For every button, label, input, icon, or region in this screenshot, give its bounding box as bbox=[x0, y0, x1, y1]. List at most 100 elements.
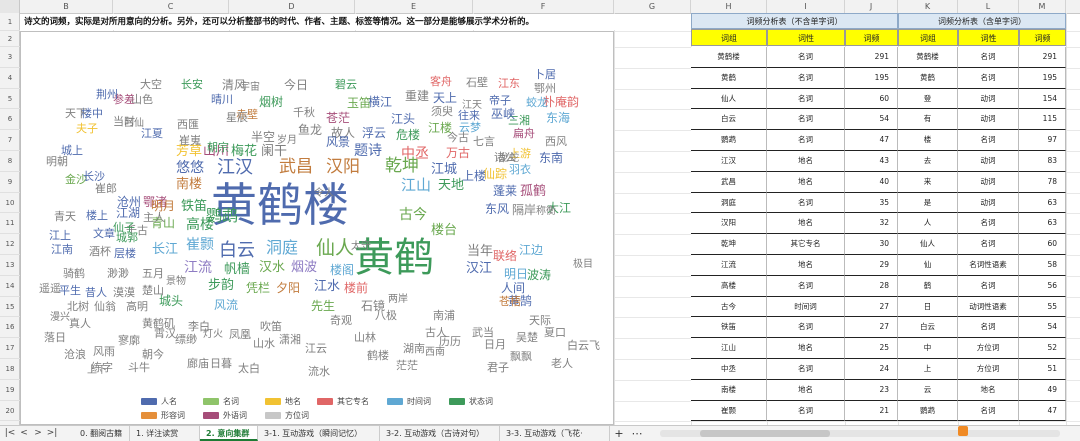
row-header-12[interactable]: 12 bbox=[0, 234, 20, 255]
table-cell[interactable]: 地名 bbox=[767, 151, 845, 172]
table-cell[interactable]: 名词 bbox=[767, 88, 845, 110]
last-sheet-button[interactable]: >| bbox=[46, 426, 58, 441]
table-cell[interactable]: 63 bbox=[1019, 213, 1066, 235]
table-cell[interactable]: 乾坤 bbox=[691, 234, 767, 255]
add-sheet-button[interactable]: + bbox=[612, 426, 626, 441]
table-cell[interactable]: 43 bbox=[845, 151, 898, 172]
row-header-9[interactable]: 9 bbox=[0, 172, 20, 193]
sheet-tab[interactable]: 3-1. 互动游戏（瞬间记忆） bbox=[258, 426, 380, 441]
row-header-16[interactable]: 16 bbox=[0, 317, 20, 339]
table-cell[interactable]: 名词 bbox=[958, 234, 1019, 255]
table-cell[interactable]: 铁笛 bbox=[691, 317, 767, 339]
table-cell[interactable]: 名词 bbox=[767, 47, 845, 68]
table-cell[interactable]: 25 bbox=[845, 338, 898, 359]
table-cell[interactable]: 60 bbox=[845, 88, 898, 110]
table-cell[interactable]: 49 bbox=[1019, 379, 1066, 401]
table-cell[interactable]: 27 bbox=[845, 296, 898, 318]
table-cell[interactable]: 名词 bbox=[958, 317, 1019, 339]
row-header-18[interactable]: 18 bbox=[0, 359, 20, 380]
table-cell[interactable]: 武昌 bbox=[691, 171, 767, 193]
table-cell[interactable]: 名词 bbox=[767, 192, 845, 214]
column-header-m[interactable]: M bbox=[1019, 0, 1066, 13]
row-header-6[interactable]: 6 bbox=[0, 109, 20, 131]
table-cell[interactable]: 黄鹤 bbox=[691, 67, 767, 89]
table-cell[interactable]: 24 bbox=[845, 359, 898, 380]
table-cell[interactable]: 名词 bbox=[958, 400, 1019, 422]
table-cell[interactable]: 去 bbox=[898, 151, 958, 172]
table-cell[interactable]: 崔颢 bbox=[691, 400, 767, 422]
legend-item[interactable]: 状态词 bbox=[449, 396, 493, 407]
table-cell[interactable]: 名词 bbox=[958, 47, 1019, 68]
table-cell[interactable]: 40 bbox=[845, 171, 898, 193]
table-cell[interactable]: 鹤 bbox=[898, 275, 958, 297]
row-header-7[interactable]: 7 bbox=[0, 130, 20, 151]
table-cell[interactable]: 291 bbox=[845, 47, 898, 68]
table-cell[interactable]: 27 bbox=[845, 317, 898, 339]
table-cell[interactable]: 高楼 bbox=[691, 275, 767, 297]
table-cell[interactable]: 时间词 bbox=[767, 296, 845, 318]
word-cloud-chart[interactable]: 黄鹤楼 黄鹤 江汉 武昌 汉阳 仙人 白云 洞庭 乾坤 鹦鹉 江山 高楼 江流 江水 题诗 中丞 古今 楼台 江城天… bbox=[20, 31, 614, 425]
table-cell[interactable]: 地名 bbox=[958, 379, 1019, 401]
column-header-i[interactable]: I bbox=[767, 0, 845, 13]
horizontal-scrollbar-thumb[interactable] bbox=[700, 430, 830, 437]
table-cell[interactable]: 56 bbox=[1019, 275, 1066, 297]
table-header-cell[interactable]: 词频 bbox=[845, 29, 898, 46]
table-cell[interactable]: 195 bbox=[1019, 67, 1066, 89]
table-cell[interactable]: 登 bbox=[898, 88, 958, 110]
table-cell[interactable]: 名词 bbox=[767, 109, 845, 131]
sheet-tab[interactable]: 3-2. 互动游戏（古诗对句） bbox=[380, 426, 500, 441]
table-cell[interactable]: 21 bbox=[845, 400, 898, 422]
table-cell[interactable]: 人 bbox=[898, 213, 958, 235]
table-cell[interactable]: 47 bbox=[845, 130, 898, 151]
row-header-5[interactable]: 5 bbox=[0, 89, 20, 110]
table-cell[interactable]: 63 bbox=[1019, 192, 1066, 214]
table-cell[interactable]: 楼 bbox=[898, 130, 958, 151]
table-cell[interactable]: 黄鹤楼 bbox=[898, 47, 958, 68]
table-cell[interactable]: 上 bbox=[898, 359, 958, 380]
table-cell[interactable]: 名词 bbox=[767, 359, 845, 380]
table-cell[interactable]: 地名 bbox=[767, 379, 845, 401]
table-cell[interactable]: 动词 bbox=[958, 88, 1019, 110]
table-cell[interactable]: 32 bbox=[845, 213, 898, 235]
table-cell[interactable]: 35 bbox=[845, 192, 898, 214]
table1-title[interactable]: 词频分析表（不含单字词） bbox=[691, 13, 898, 29]
table-cell[interactable]: 名词 bbox=[767, 400, 845, 422]
table-cell[interactable]: 291 bbox=[1019, 47, 1066, 68]
column-header-g[interactable]: G bbox=[614, 0, 691, 13]
sheet-tab[interactable]: 3-3. 互动游戏（飞花· bbox=[500, 426, 610, 441]
row-header-19[interactable]: 19 bbox=[0, 380, 20, 401]
table-cell[interactable]: 江山 bbox=[691, 338, 767, 359]
table-cell[interactable]: 30 bbox=[845, 234, 898, 255]
table-cell[interactable]: 仙 bbox=[898, 255, 958, 276]
table-cell[interactable]: 鹦鹉 bbox=[691, 130, 767, 151]
floating-assistant-icon[interactable] bbox=[958, 426, 968, 436]
table-cell[interactable]: 日 bbox=[898, 296, 958, 318]
table-cell[interactable]: 54 bbox=[845, 109, 898, 131]
row-header-20[interactable]: 20 bbox=[0, 401, 20, 422]
column-header-d[interactable]: D bbox=[229, 0, 355, 13]
table-cell[interactable]: 名词 bbox=[767, 317, 845, 339]
table-cell[interactable]: 江流 bbox=[691, 255, 767, 276]
column-header-b[interactable]: B bbox=[20, 0, 113, 13]
table-cell[interactable]: 方位词 bbox=[958, 359, 1019, 380]
table-cell[interactable]: 南楼 bbox=[691, 379, 767, 401]
row-header-4[interactable]: 4 bbox=[0, 68, 20, 89]
row-header-3[interactable]: 3 bbox=[0, 47, 20, 68]
legend-item[interactable]: 形容词 bbox=[141, 410, 185, 421]
table-cell[interactable]: 83 bbox=[1019, 151, 1066, 172]
table-cell[interactable]: 中 bbox=[898, 338, 958, 359]
table-cell[interactable]: 名词 bbox=[958, 275, 1019, 297]
row-header-13[interactable]: 13 bbox=[0, 255, 20, 276]
table-cell[interactable]: 白云 bbox=[898, 317, 958, 339]
table-cell[interactable]: 其它专名 bbox=[767, 234, 845, 255]
table-cell[interactable]: 58 bbox=[1019, 255, 1066, 276]
table-header-cell[interactable]: 词频 bbox=[1019, 29, 1066, 46]
table-cell[interactable]: 115 bbox=[1019, 109, 1066, 131]
prev-sheet-button[interactable]: < bbox=[18, 426, 30, 441]
table-cell[interactable]: 动词 bbox=[958, 192, 1019, 214]
table-cell[interactable]: 28 bbox=[845, 275, 898, 297]
intro-text[interactable]: 诗文的词频，实际是对所用意向的分析。另外，还可以分析整部书的时代、作者、主题、标… bbox=[24, 14, 684, 30]
table-cell[interactable]: 名词 bbox=[767, 130, 845, 151]
table-cell[interactable]: 55 bbox=[1019, 296, 1066, 318]
row-header-14[interactable]: 14 bbox=[0, 276, 20, 297]
